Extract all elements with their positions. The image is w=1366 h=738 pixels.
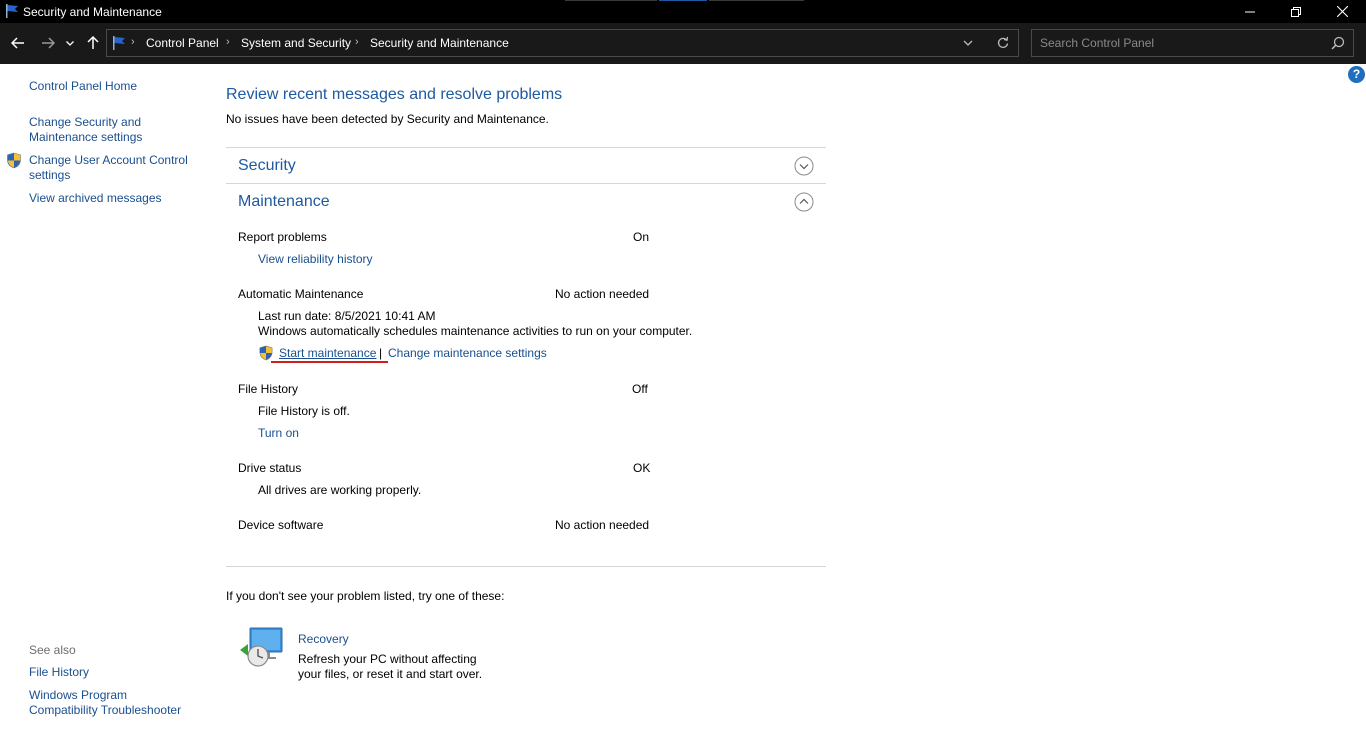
recovery-link[interactable]: Recovery	[298, 632, 349, 647]
address-history-button[interactable]	[963, 37, 973, 51]
try-these-heading: If you don't see your problem listed, tr…	[226, 589, 505, 603]
title-divider	[709, 0, 804, 1]
chevron-up-icon[interactable]	[794, 192, 814, 212]
uac-shield-icon	[6, 152, 22, 172]
arrow-left-icon	[11, 37, 24, 49]
address-bar[interactable]: › Control Panel › System and Security › …	[106, 29, 1019, 57]
report-problems-status: On	[633, 230, 650, 244]
back-button[interactable]	[8, 33, 28, 53]
sidebar-item-change-uac-settings[interactable]: Change User Account Control settings	[29, 153, 199, 183]
window-title: Security and Maintenance	[23, 5, 162, 19]
link-line: Compatibility Troubleshooter	[29, 703, 182, 717]
breadcrumb-control-panel[interactable]: Control Panel	[146, 36, 219, 50]
help-icon[interactable]: ?	[1348, 66, 1365, 83]
breadcrumb-security-and-maintenance[interactable]: Security and Maintenance	[370, 36, 509, 50]
title-divider	[565, 0, 657, 1]
link-line: settings	[29, 168, 71, 182]
file-history-status: Off	[632, 382, 648, 396]
sidebar-item-file-history[interactable]: File History	[29, 665, 199, 680]
minimize-button[interactable]	[1227, 0, 1273, 23]
maintenance-section-header[interactable]: Maintenance	[238, 193, 330, 211]
drive-status-label: Drive status	[238, 461, 302, 475]
page-title: Review recent messages and resolve probl…	[226, 86, 563, 103]
refresh-button[interactable]	[997, 36, 1009, 52]
chevron-right-icon: ›	[355, 36, 359, 48]
turn-on-file-history-link[interactable]: Turn on	[258, 426, 299, 441]
see-also-heading: See also	[29, 643, 76, 657]
arrow-up-icon	[87, 36, 99, 49]
security-section-header[interactable]: Security	[238, 157, 296, 175]
close-icon	[1336, 6, 1348, 17]
close-button[interactable]	[1319, 0, 1365, 23]
title-divider	[659, 0, 707, 1]
restore-button[interactable]	[1273, 0, 1319, 23]
divider	[226, 147, 826, 148]
change-maintenance-settings-link[interactable]: Change maintenance settings	[388, 346, 547, 361]
navigation-bar: › Control Panel › System and Security › …	[0, 23, 1366, 64]
device-software-label: Device software	[238, 518, 324, 532]
minimize-icon	[1245, 11, 1255, 12]
chevron-right-icon: ›	[226, 36, 230, 48]
search-input[interactable]	[1032, 30, 1322, 56]
search-box	[1031, 29, 1354, 57]
divider	[226, 183, 826, 184]
flag-icon	[4, 3, 20, 19]
page-subtitle: No issues have been detected by Security…	[226, 112, 549, 126]
link-line: Change Security and	[29, 115, 142, 129]
sidebar-item-change-security-settings[interactable]: Change Security and Maintenance settings	[29, 115, 199, 145]
automatic-maintenance-status: No action needed	[555, 287, 650, 301]
breadcrumb-system-and-security[interactable]: System and Security	[241, 36, 351, 50]
link-line: Windows Program	[29, 688, 128, 702]
chevron-down-icon[interactable]	[794, 156, 814, 176]
automatic-maintenance-label: Automatic Maintenance	[238, 287, 364, 301]
sidebar: Control Panel Home Change Security and M…	[0, 64, 205, 738]
link-line: Maintenance settings	[29, 130, 143, 144]
search-icon[interactable]	[1331, 36, 1345, 53]
annotation-underline	[271, 361, 388, 363]
recent-locations-button[interactable]	[63, 33, 77, 53]
title-bar: Security and Maintenance	[0, 0, 1366, 23]
link-separator: |	[379, 346, 383, 360]
device-software-status: No action needed	[555, 518, 650, 532]
divider	[226, 566, 826, 567]
maintenance-description: Windows automatically schedules maintena…	[258, 324, 693, 338]
sidebar-item-compatibility-troubleshooter[interactable]: Windows Program Compatibility Troublesho…	[29, 688, 199, 718]
report-problems-label: Report problems	[238, 230, 327, 244]
start-maintenance-link[interactable]: Start maintenance	[279, 346, 376, 361]
refresh-icon	[997, 36, 1009, 48]
recovery-description: Refresh your PC without affecting	[298, 652, 477, 666]
view-reliability-history-link[interactable]: View reliability history	[258, 252, 373, 267]
chevron-down-icon	[963, 40, 973, 46]
recovery-icon[interactable]	[238, 626, 284, 673]
up-button[interactable]	[83, 33, 103, 53]
recovery-description: your files, or reset it and start over.	[298, 667, 483, 681]
drive-status-description: All drives are working properly.	[258, 483, 422, 497]
sidebar-item-view-archived-messages[interactable]: View archived messages	[29, 191, 199, 206]
sidebar-item-control-panel-home[interactable]: Control Panel Home	[29, 79, 199, 94]
last-run-date: Last run date: 8/5/2021 10:41 AM	[258, 309, 436, 323]
flag-icon	[111, 35, 127, 54]
restore-icon	[1291, 6, 1301, 17]
arrow-right-icon	[42, 37, 55, 49]
forward-button[interactable]	[38, 33, 58, 53]
link-line: Change User Account Control	[29, 153, 188, 167]
drive-status-status: OK	[633, 461, 651, 475]
chevron-down-icon	[66, 40, 74, 46]
chevron-right-icon: ›	[131, 36, 135, 48]
file-history-label: File History	[238, 382, 299, 396]
file-history-description: File History is off.	[258, 404, 350, 418]
